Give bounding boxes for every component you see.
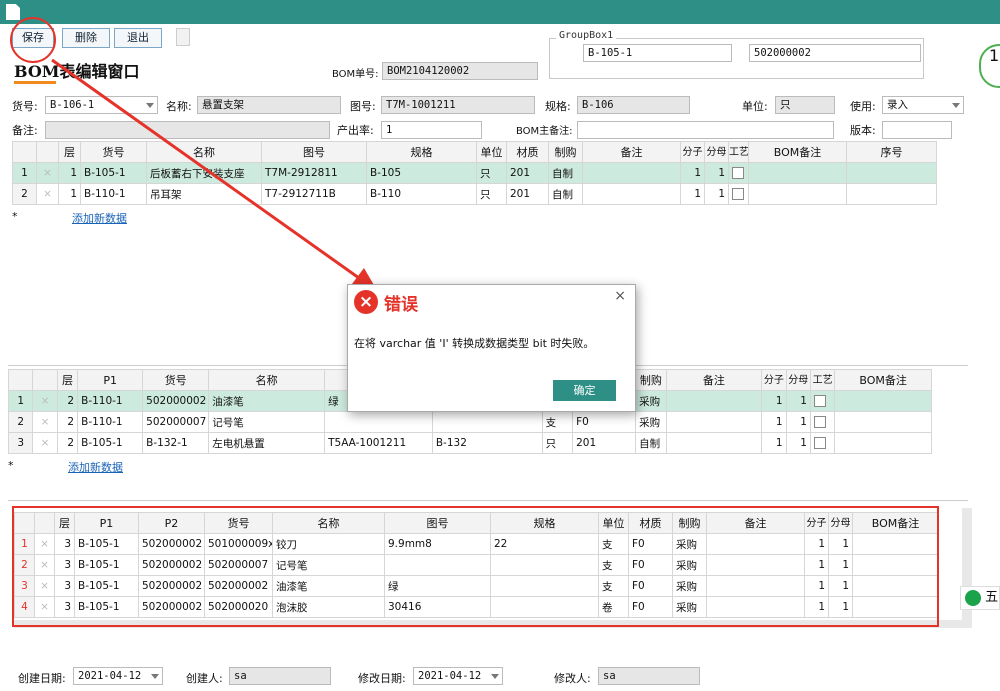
- dialog-message: 在将 varchar 值 'I' 转换成数据类型 bit 时失败。: [354, 337, 595, 350]
- dialog-title: 错误: [384, 295, 418, 315]
- ok-button[interactable]: 确定: [553, 380, 616, 401]
- annotation-rectangle: [12, 506, 939, 627]
- close-icon[interactable]: ×: [614, 288, 626, 304]
- error-x-icon: ×: [354, 290, 378, 314]
- error-dialog: × 错误 × 在将 varchar 值 'I' 转换成数据类型 bit 时失败。…: [347, 284, 636, 412]
